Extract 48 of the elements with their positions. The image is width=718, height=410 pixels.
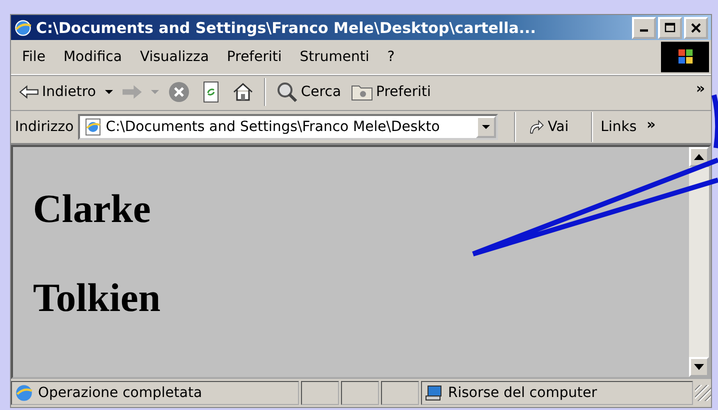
menu-item[interactable]: Visualizza [130, 47, 218, 67]
status-message: Operazione completata [11, 381, 299, 405]
back-button[interactable]: Indietro [15, 82, 100, 102]
toolbar-overflow-button[interactable]: » [694, 80, 707, 97]
menu-item[interactable]: Strumenti [290, 47, 378, 67]
down-arrow-icon [694, 364, 704, 370]
search-button[interactable]: Cerca [272, 79, 346, 106]
status-pane [341, 381, 379, 405]
maximize-button[interactable] [658, 16, 682, 39]
house-icon [232, 81, 254, 104]
caret-icon [104, 90, 113, 94]
status-pane [381, 381, 419, 405]
computer-icon [425, 384, 443, 402]
go-button[interactable]: Vai [520, 117, 575, 138]
forward-arrow-icon [122, 84, 142, 100]
scroll-down-button[interactable] [689, 357, 709, 377]
address-label: Indirizzo [15, 119, 74, 136]
links-button[interactable]: Links [596, 117, 641, 138]
close-button[interactable] [684, 16, 708, 39]
menu-item[interactable]: File [13, 47, 54, 67]
window-title: C:\Documents and Settings\Franco Mele\Desktop\cartella... [36, 18, 537, 37]
status-pane [301, 381, 339, 405]
close-icon [690, 22, 702, 34]
resize-grip[interactable] [695, 385, 711, 401]
up-arrow-icon [694, 154, 704, 160]
menu-item[interactable]: Preferiti [218, 47, 291, 67]
menu-item[interactable]: Modifica [54, 47, 131, 67]
maximize-icon [664, 22, 676, 34]
address-field[interactable]: C:\Documents and Settings\Franco Mele\Deskto [78, 114, 498, 140]
globe-icon [14, 18, 32, 37]
minimize-icon [640, 29, 648, 32]
caret-icon [150, 90, 159, 94]
stop-icon [168, 81, 190, 104]
favorites-button[interactable]: Preferiti [347, 79, 435, 106]
vertical-scrollbar[interactable] [689, 147, 709, 377]
globe-icon [15, 384, 33, 402]
page-heading: Clarke [33, 185, 152, 232]
back-arrow-icon [19, 84, 39, 100]
magnifier-icon [276, 81, 298, 104]
minimize-button[interactable] [632, 16, 656, 39]
caret-icon [482, 125, 490, 130]
dropdown-button[interactable] [476, 116, 496, 138]
links-overflow-button[interactable]: » [644, 117, 658, 134]
status-zone: Risorse del computer [421, 381, 693, 405]
page-heading: Tolkien [33, 274, 162, 321]
page-icon [84, 118, 102, 136]
menu-item[interactable]: ? [378, 47, 404, 67]
windows-logo-icon [661, 41, 709, 73]
